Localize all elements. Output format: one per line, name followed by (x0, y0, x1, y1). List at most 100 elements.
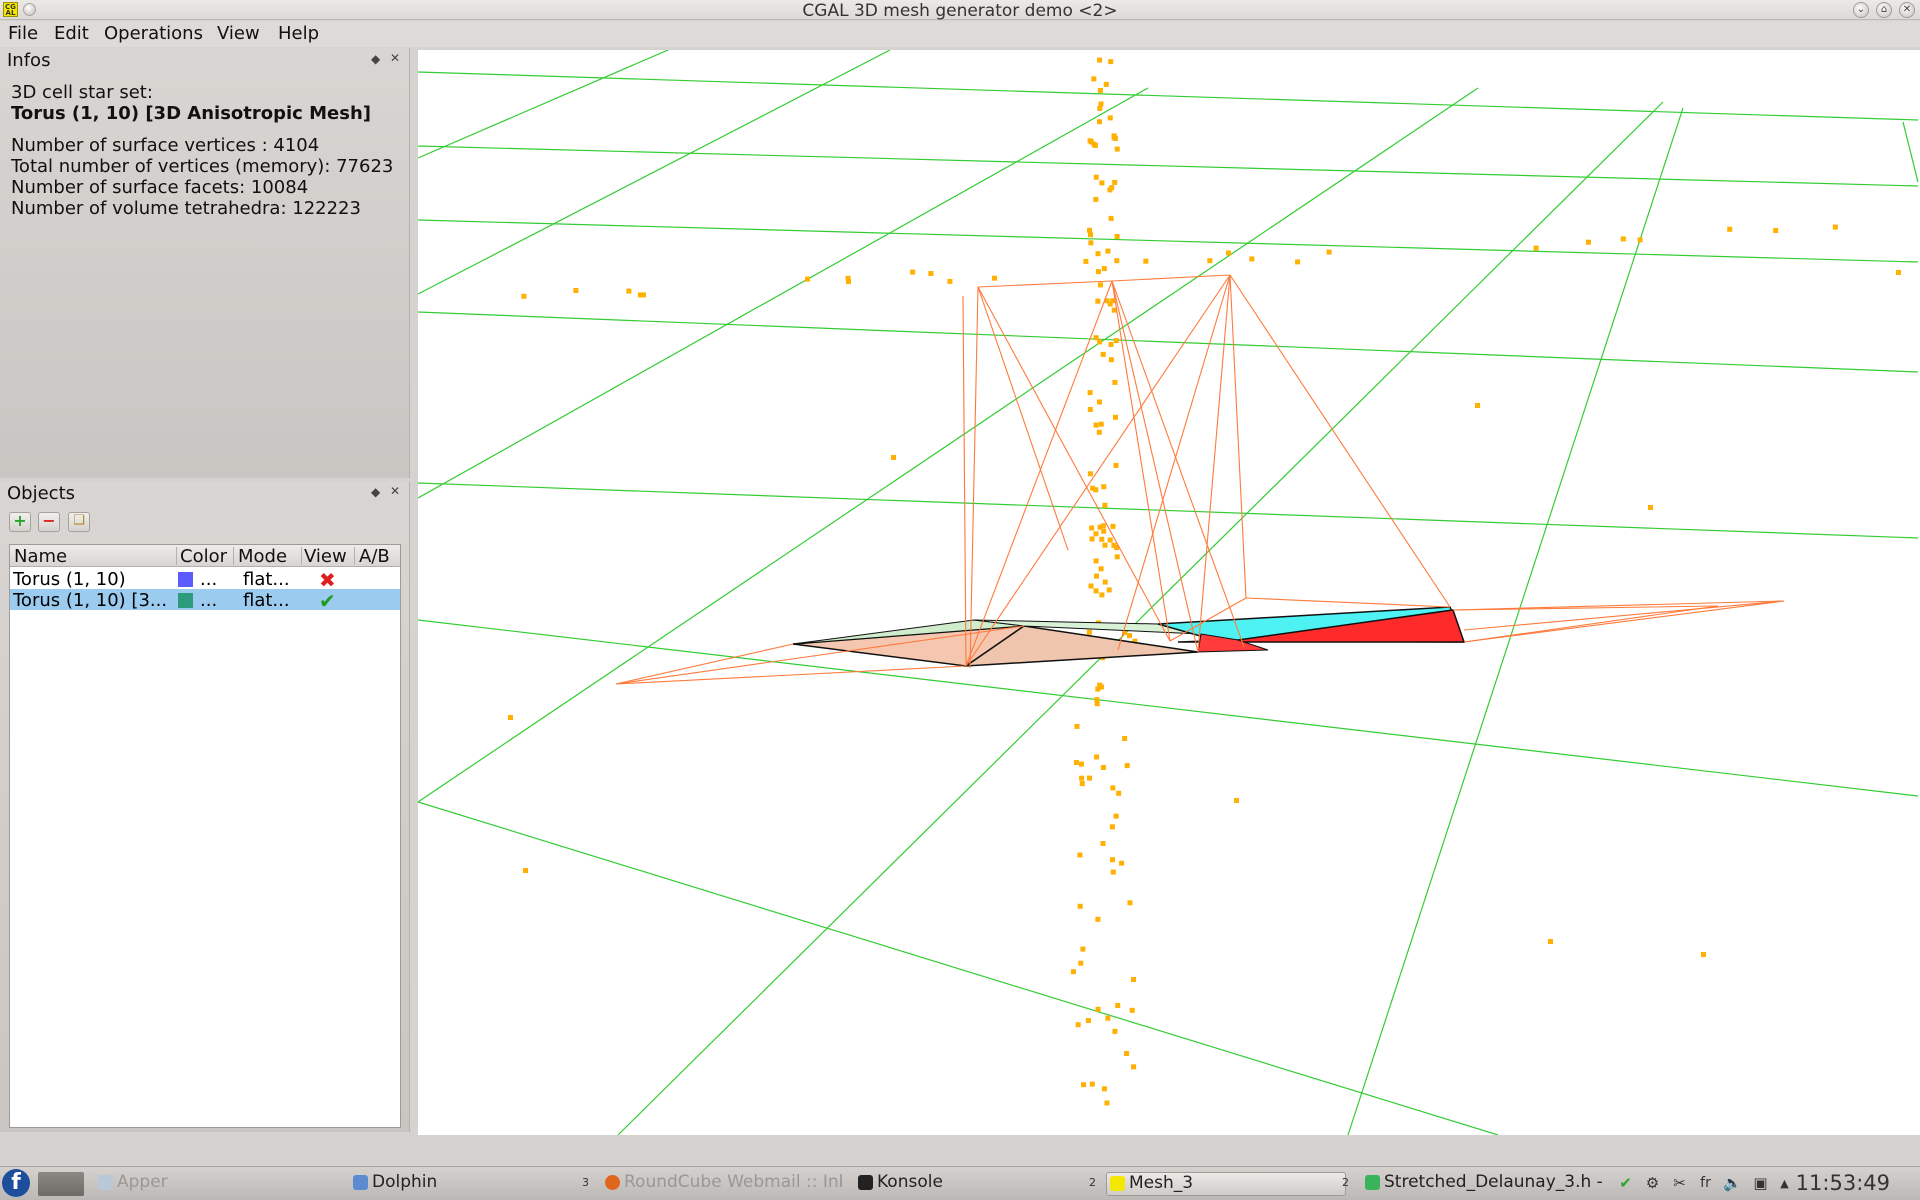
vertex-point (1102, 579, 1108, 585)
menu-edit[interactable]: Edit (54, 23, 89, 44)
settings-gear-icon[interactable]: ⚙ (1644, 1175, 1661, 1192)
task-stretched-delaunay[interactable]: Stretched_Delaunay_3.h - A (1362, 1172, 1602, 1196)
vertex-point (1091, 76, 1097, 82)
vertex-point (1127, 900, 1133, 906)
vertex-point (1107, 187, 1113, 193)
menu-operations[interactable]: Operations (104, 23, 203, 44)
duplicate-object-button[interactable]: ❏ (68, 512, 90, 532)
vertex-point (910, 269, 916, 275)
vertex-point (1088, 583, 1094, 589)
objects-panel: Objects ◆ ✕ + − ❏ Name Color Mode View A… (0, 482, 410, 1132)
float-panel-icon[interactable]: ◆ (371, 485, 380, 499)
vertex-point (1089, 536, 1095, 542)
vertex-point (1087, 390, 1093, 396)
dolphin-icon (353, 1175, 368, 1190)
vertex-point (1098, 421, 1104, 427)
menu-help[interactable]: Help (278, 23, 319, 44)
vertex-point (1110, 857, 1115, 863)
update-ok-icon[interactable]: ✔ (1617, 1175, 1634, 1192)
add-object-button[interactable]: + (9, 512, 31, 532)
color-swatch[interactable] (178, 593, 193, 608)
vertex-point (1100, 351, 1106, 357)
clock[interactable]: 11:53:49 (1796, 1171, 1890, 1195)
desktop-pager[interactable] (38, 1172, 84, 1196)
vertex-point (1113, 414, 1118, 420)
vertex-point (1115, 1003, 1121, 1008)
3d-viewer[interactable] (418, 50, 1920, 1135)
fedora-menu-icon[interactable]: f (2, 1169, 30, 1197)
vertex-point (1108, 215, 1114, 221)
vertex-point (1249, 256, 1255, 262)
vertex-point (1112, 379, 1118, 385)
vertex-point (1094, 754, 1100, 760)
vertex-point (1095, 269, 1101, 275)
render-mode[interactable]: flat... (243, 569, 301, 590)
vertex-point (1114, 234, 1120, 239)
vertex-point (1113, 462, 1119, 468)
vertex-point (1081, 1082, 1087, 1088)
network-icon[interactable]: ▣ (1752, 1175, 1769, 1192)
vertex-point (1083, 258, 1089, 264)
task-dolphin[interactable]: Dolphin (350, 1172, 590, 1196)
vertex-point (1098, 282, 1103, 288)
column-mode[interactable]: Mode (238, 546, 287, 567)
render-mode[interactable]: flat... (243, 590, 301, 611)
vertex-point (1533, 245, 1539, 251)
color-more[interactable]: ... (200, 569, 217, 590)
column-name[interactable]: Name (14, 546, 67, 567)
vertex-point (1095, 916, 1101, 922)
vertex-point (1108, 59, 1114, 65)
remove-object-button[interactable]: − (38, 512, 60, 532)
menu-file[interactable]: File (8, 23, 38, 44)
vertex-point (1087, 407, 1093, 412)
vertex-point (891, 455, 896, 460)
vertex-point (1098, 566, 1104, 572)
vertex-point (1093, 487, 1099, 493)
vertex-point (1099, 180, 1105, 186)
vertex-point (1095, 298, 1101, 304)
task-mesh[interactable]: Mesh_3 (1106, 1172, 1346, 1196)
vertex-point (1097, 105, 1103, 111)
window-title: CGAL 3D mesh generator demo <2> (802, 1, 1118, 21)
color-more[interactable]: ... (200, 590, 217, 611)
vertex-point (1112, 179, 1118, 185)
menu-view[interactable]: View (217, 23, 260, 44)
clipboard-scissors-icon[interactable]: ✂ (1671, 1175, 1688, 1192)
minimize-button[interactable]: ⌄ (1853, 2, 1869, 18)
vertex-point (1110, 869, 1116, 875)
task-roundcube[interactable]: RoundCube Webmail :: Inbo (602, 1172, 842, 1196)
column-color[interactable]: Color (180, 546, 227, 567)
vertex-point (1116, 790, 1122, 796)
color-swatch[interactable] (178, 572, 193, 587)
grid (418, 50, 1919, 1135)
vertex-point (1127, 633, 1132, 639)
table-row[interactable]: Torus (1, 10) [3... ... flat... ✔ (10, 589, 400, 613)
vertex-point (1122, 736, 1128, 741)
volume-icon[interactable]: 🔈 (1723, 1175, 1742, 1192)
vertex-point (523, 868, 528, 873)
visible-check-icon[interactable]: ✔ (319, 589, 336, 613)
maximize-button[interactable]: ⌂ (1876, 2, 1892, 18)
vertex-point (1075, 1022, 1081, 1028)
vertex-point (1295, 259, 1301, 265)
keyboard-layout[interactable]: fr (1697, 1175, 1714, 1192)
close-button[interactable]: ✕ (1899, 2, 1915, 18)
vertex-point (1099, 684, 1104, 690)
task-count: 2 (1342, 1176, 1349, 1189)
close-panel-icon[interactable]: ✕ (390, 484, 400, 498)
task-konsole[interactable]: Konsole (855, 1172, 1095, 1196)
vertex-point (1097, 524, 1103, 530)
table-row[interactable]: Torus (1, 10) ... flat... ✖ (10, 568, 400, 592)
vertex-point (1087, 471, 1093, 477)
tray-expand-icon[interactable]: ▲ (1776, 1175, 1793, 1192)
vertex-point (1832, 224, 1838, 230)
float-panel-icon[interactable]: ◆ (371, 52, 380, 66)
3d-scene[interactable] (418, 50, 1920, 1135)
column-ab[interactable]: A/B (359, 546, 390, 567)
vertex-point (1773, 228, 1779, 233)
column-view[interactable]: View (304, 546, 347, 567)
task-apper[interactable]: Apper (95, 1172, 335, 1196)
close-panel-icon[interactable]: ✕ (390, 51, 400, 65)
vertex-point (1102, 502, 1108, 508)
apper-icon (98, 1175, 113, 1190)
